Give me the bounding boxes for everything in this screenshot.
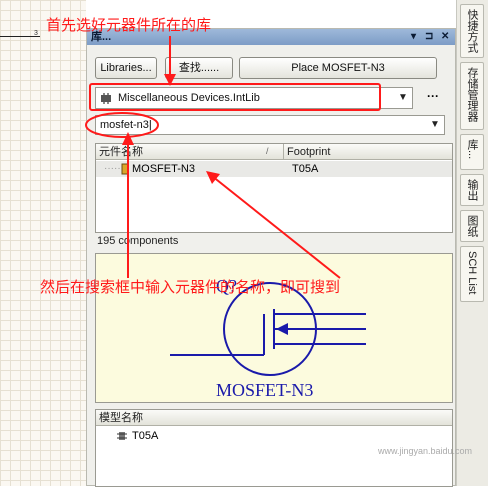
arrow-to-result <box>211 175 341 279</box>
arrowhead-icon <box>122 132 134 145</box>
annotation-overlay <box>85 36 381 279</box>
arrowhead-icon <box>206 171 220 184</box>
annotation-step1: 首先选好元器件所在的库 <box>46 16 212 34</box>
library-highlight-box <box>89 83 381 111</box>
watermark: www.jingyan.baidu.com <box>378 446 473 456</box>
filter-highlight-ellipse <box>85 112 159 138</box>
annotation-step2: 然后在搜索框中输入元器件的名称，即可搜到 <box>40 278 341 296</box>
